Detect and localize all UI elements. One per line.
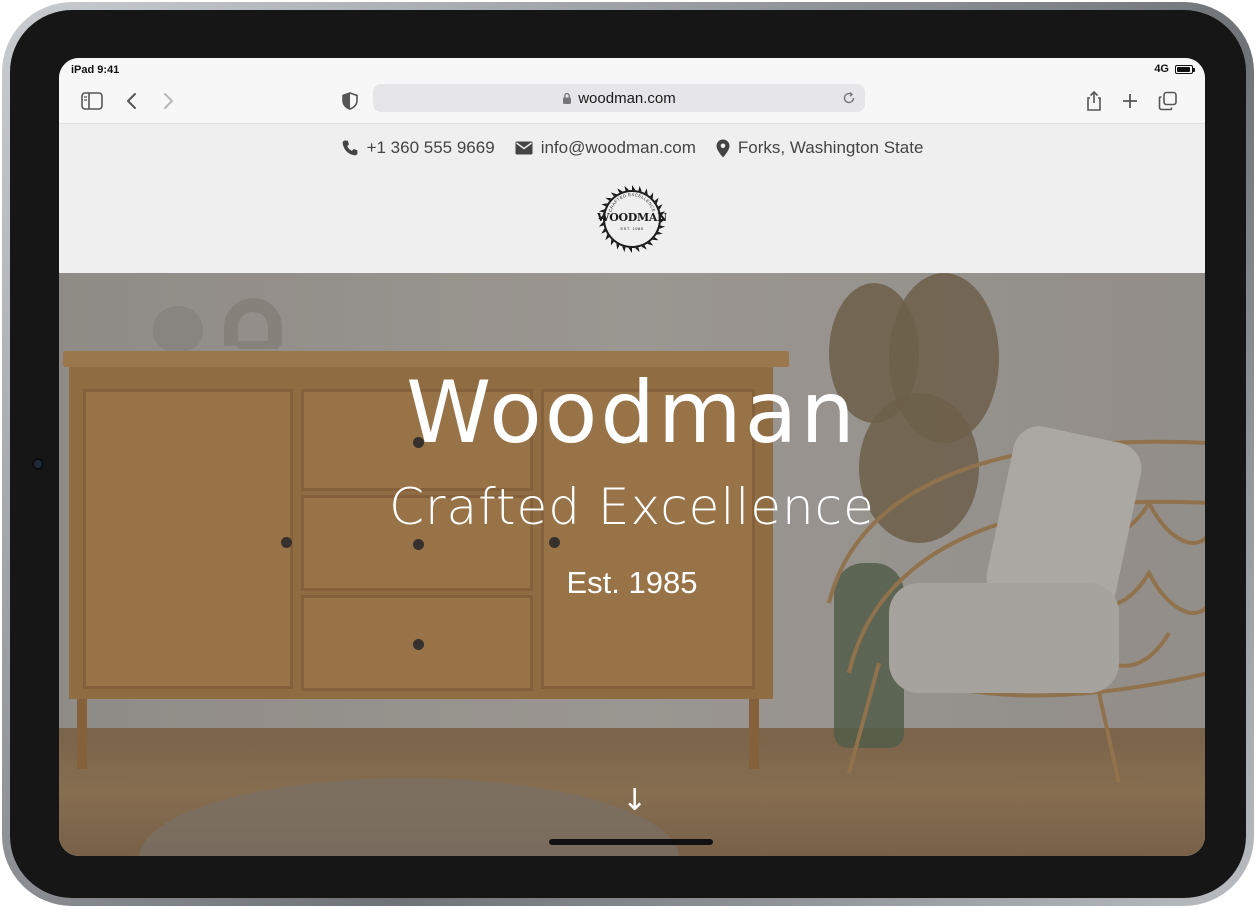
network-indicator: 4G	[1154, 63, 1169, 75]
share-icon[interactable]	[1081, 88, 1107, 114]
saw-tooth	[628, 247, 632, 253]
ipad-frame: iPad 9:41 4G woodman.com +1 360 555 9669…	[2, 2, 1254, 906]
saw-tooth	[632, 185, 636, 191]
woodman-logo[interactable]: CRAFTED EXCELLENCE WOODMAN EST. 1985	[597, 184, 667, 254]
hero-section: Woodman Crafted Excellence Est. 1985 ↓	[59, 273, 1205, 856]
battery-icon	[1175, 64, 1195, 74]
privacy-shield-icon[interactable]	[337, 88, 363, 114]
contact-bar: +1 360 555 9669 info@woodman.com Forks, …	[59, 138, 1205, 158]
browser-toolbar: woodman.com	[59, 80, 1205, 124]
contact-phone[interactable]: +1 360 555 9669	[341, 138, 495, 158]
site-header: +1 360 555 9669 info@woodman.com Forks, …	[59, 124, 1205, 273]
home-indicator[interactable]	[549, 839, 713, 845]
saw-tooth	[624, 185, 630, 191]
status-right: 4G	[1154, 63, 1195, 75]
saw-tooth	[634, 247, 640, 253]
lock-icon	[563, 92, 572, 104]
reload-icon[interactable]	[841, 90, 857, 106]
hero-subtitle: Crafted Excellence	[389, 478, 875, 536]
hero-title: Woodman	[406, 363, 858, 463]
sidebar-icon[interactable]	[79, 88, 105, 114]
email-address: info@woodman.com	[540, 138, 696, 157]
url-text: woodman.com	[578, 89, 676, 107]
phone-icon	[342, 140, 358, 156]
map-pin-icon	[716, 139, 730, 157]
logo-est: EST. 1985	[620, 226, 644, 231]
contact-email[interactable]: info@woodman.com	[515, 138, 696, 158]
status-time: iPad 9:41	[71, 64, 120, 76]
envelope-icon	[515, 141, 533, 155]
contact-location[interactable]: Forks, Washington State	[716, 138, 924, 158]
status-bar: iPad 9:41 4G	[59, 58, 1205, 80]
location-text: Forks, Washington State	[737, 138, 924, 157]
front-camera	[34, 460, 42, 468]
hero-established: Est. 1985	[566, 565, 698, 600]
address-bar[interactable]: woodman.com	[373, 84, 865, 112]
phone-number: +1 360 555 9669	[366, 138, 495, 157]
forward-icon[interactable]	[155, 88, 181, 114]
tabs-icon[interactable]	[1155, 88, 1181, 114]
scroll-down-arrow-icon[interactable]: ↓	[622, 783, 647, 818]
screen: iPad 9:41 4G woodman.com +1 360 555 9669…	[59, 58, 1205, 856]
battery-fill	[1177, 66, 1190, 72]
back-icon[interactable]	[119, 88, 145, 114]
new-tab-icon[interactable]	[1117, 88, 1143, 114]
logo-wordmark: WOODMAN	[597, 211, 667, 224]
